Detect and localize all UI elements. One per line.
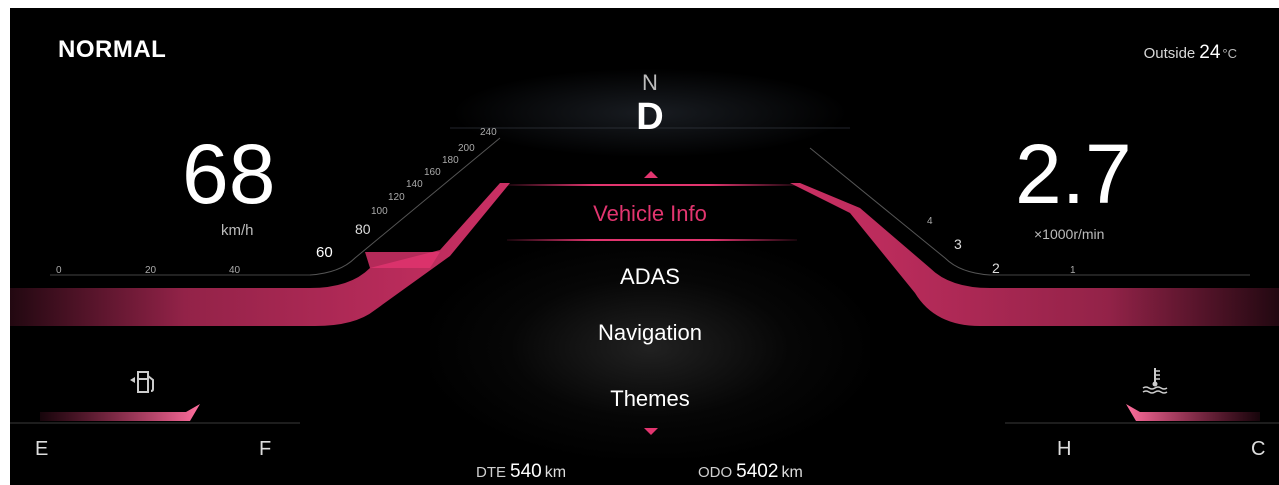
menu-item-vehicle-info[interactable]: Vehicle Info [510, 201, 790, 227]
rpm-tick: 4 [927, 216, 933, 227]
outside-unit: °C [1222, 46, 1237, 61]
menu-scroll-up-icon[interactable] [644, 171, 658, 178]
speed-tick: 100 [371, 206, 388, 217]
gear-previous: N [642, 70, 658, 95]
dte-unit: km [544, 464, 567, 481]
menu-item-navigation[interactable]: Navigation [510, 320, 790, 346]
fuel-bar-fill [40, 404, 200, 421]
speed-tick: 160 [424, 167, 441, 178]
odo-unit: km [781, 464, 803, 481]
speed-tick: 240 [480, 127, 497, 138]
menu-selection-top-line [507, 184, 797, 186]
fuel-full-label: F [259, 438, 272, 460]
temp-hot-label: H [1057, 438, 1072, 460]
odometer: ODO 5402 km [698, 461, 803, 483]
rpm-unit: ×1000r/min [1034, 226, 1105, 242]
drive-mode-label: NORMAL [58, 36, 167, 63]
speed-tick: 40 [229, 265, 241, 276]
coolant-temperature-icon [1140, 366, 1170, 399]
dte-label: DTE [476, 464, 506, 481]
temp-bar-fill [1126, 404, 1260, 421]
menu-selection-bottom-line [507, 239, 797, 241]
speed-tick: 0 [56, 265, 62, 276]
speed-tick: 20 [145, 265, 157, 276]
speed-tick: 80 [355, 221, 371, 237]
instrument-cluster: NORMAL Outside 24 °C N D 68 km/h 0 20 40 6… [10, 8, 1279, 485]
gear-current: D [636, 96, 664, 138]
speed-unit: km/h [221, 222, 254, 239]
rpm-value: 2.7 [1015, 127, 1132, 221]
speed-value: 68 [182, 127, 276, 221]
rpm-tick: 1 [1070, 265, 1076, 276]
speed-tick: 120 [388, 192, 405, 203]
rpm-tick: 2 [992, 260, 1000, 276]
odo-label: ODO [698, 464, 733, 481]
menu-item-themes[interactable]: Themes [510, 386, 790, 412]
outside-label: Outside [1143, 45, 1196, 62]
fuel-pump-icon [128, 368, 158, 399]
temp-cold-label: C [1251, 438, 1266, 460]
odo-value: 5402 [736, 461, 779, 482]
menu-scroll-down-icon[interactable] [644, 428, 658, 435]
outside-value: 24 [1199, 42, 1221, 63]
speed-tick: 180 [442, 155, 459, 166]
speed-tick-current: 60 [316, 244, 333, 261]
menu-item-adas[interactable]: ADAS [510, 264, 790, 290]
speed-tick: 200 [458, 143, 475, 154]
rpm-tick: 3 [954, 236, 962, 252]
distance-to-empty: DTE 540 km [476, 461, 566, 483]
speed-tick: 140 [406, 179, 423, 190]
speed-indicator [365, 252, 440, 268]
fuel-empty-label: E [35, 438, 49, 460]
dte-value: 540 [510, 461, 542, 482]
outside-temperature: Outside 24 °C [1144, 42, 1237, 64]
